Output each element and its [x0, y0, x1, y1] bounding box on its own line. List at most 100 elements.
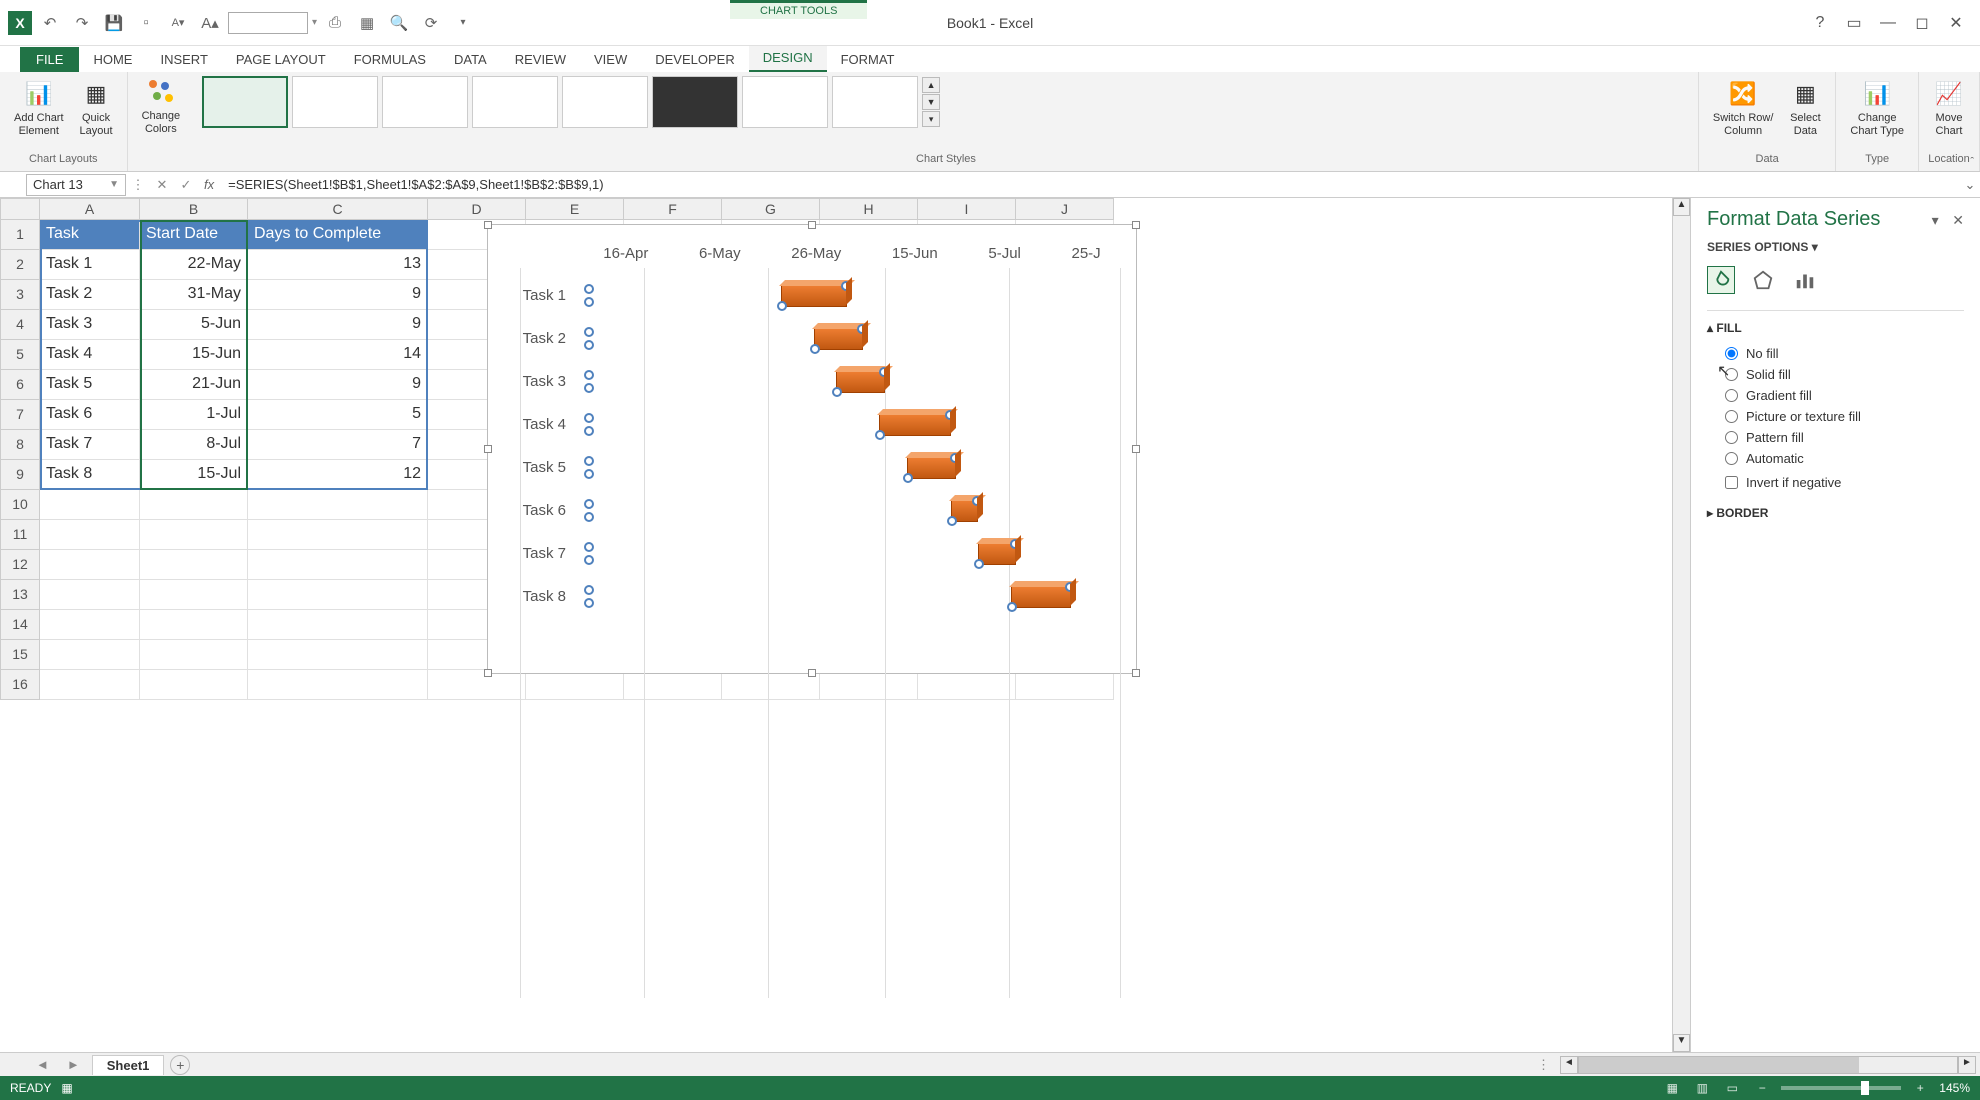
close-icon[interactable]: ✕	[1940, 9, 1972, 37]
series-point-marker[interactable]	[584, 512, 594, 522]
row-header-13[interactable]: 13	[0, 580, 40, 610]
qat-dropdown[interactable]	[228, 12, 308, 34]
cell-C5[interactable]: 14	[248, 340, 428, 370]
sheet-nav-next-icon[interactable]: ►	[61, 1057, 86, 1072]
row-header-7[interactable]: 7	[0, 400, 40, 430]
column-header-I[interactable]: I	[918, 198, 1016, 220]
series-point-marker[interactable]	[584, 284, 594, 294]
chart-style-5[interactable]	[562, 76, 648, 128]
cell-B5[interactable]: 15-Jun	[140, 340, 248, 370]
cell-C10[interactable]	[248, 490, 428, 520]
tab-view[interactable]: VIEW	[580, 47, 641, 72]
cell-C9[interactable]: 12	[248, 460, 428, 490]
tab-formulas[interactable]: FORMULAS	[340, 47, 440, 72]
redo-icon[interactable]: ↷	[68, 9, 96, 37]
radio-automatic[interactable]: Automatic	[1707, 448, 1964, 469]
cell-B7[interactable]: 1-Jul	[140, 400, 248, 430]
page-break-view-icon[interactable]: ▭	[1721, 1079, 1743, 1097]
horizontal-scrollbar[interactable]	[1578, 1056, 1958, 1074]
cell-I16[interactable]	[918, 670, 1016, 700]
cell-B13[interactable]	[140, 580, 248, 610]
spreadsheet-grid[interactable]: A B C D E F G H I J 1TaskStart DateDays …	[0, 198, 1672, 1052]
series-point-marker[interactable]	[584, 542, 594, 552]
add-sheet-icon[interactable]: +	[170, 1055, 190, 1075]
tab-home[interactable]: HOME	[79, 47, 146, 72]
chart-bar[interactable]	[907, 457, 956, 479]
qat-button[interactable]: ▫	[132, 9, 160, 37]
cell-B16[interactable]	[140, 670, 248, 700]
radio-solid-fill[interactable]: Solid fill	[1707, 364, 1964, 385]
series-point-marker[interactable]	[584, 469, 594, 479]
series-point-marker[interactable]	[584, 598, 594, 608]
add-chart-element-button[interactable]: 📊 Add Chart Element	[8, 76, 70, 140]
styles-scroll-up[interactable]: ▲	[922, 77, 940, 93]
cell-C4[interactable]: 9	[248, 310, 428, 340]
radio-picture-fill[interactable]: Picture or texture fill	[1707, 406, 1964, 427]
series-point-marker[interactable]	[584, 327, 594, 337]
zoom-slider[interactable]	[1781, 1086, 1901, 1090]
row-header-10[interactable]: 10	[0, 490, 40, 520]
cell-A5[interactable]: Task 4	[40, 340, 140, 370]
chart-style-1[interactable]	[202, 76, 288, 128]
column-header-A[interactable]: A	[40, 198, 140, 220]
fill-section-header[interactable]: ▴ FILL	[1707, 321, 1964, 335]
fx-icon[interactable]: fx	[198, 177, 220, 192]
cell-B3[interactable]: 31-May	[140, 280, 248, 310]
chart-category-label[interactable]: Task 4	[508, 416, 578, 433]
row-header-8[interactable]: 8	[0, 430, 40, 460]
ribbon-display-icon[interactable]: ▭	[1838, 9, 1870, 37]
cell-A7[interactable]: Task 6	[40, 400, 140, 430]
save-icon[interactable]: 💾	[100, 9, 128, 37]
move-chart-button[interactable]: 📈 Move Chart	[1927, 76, 1971, 140]
row-header-1[interactable]: 1	[0, 220, 40, 250]
cell-A8[interactable]: Task 7	[40, 430, 140, 460]
macro-recording-icon[interactable]: ▦	[61, 1081, 72, 1095]
enter-formula-icon[interactable]: ✓	[174, 174, 198, 196]
sheet-tab-active[interactable]: Sheet1	[92, 1055, 165, 1075]
series-point-marker[interactable]	[584, 383, 594, 393]
column-header-E[interactable]: E	[526, 198, 624, 220]
tab-design[interactable]: DESIGN	[749, 45, 827, 72]
cell-A6[interactable]: Task 5	[40, 370, 140, 400]
effects-icon[interactable]	[1749, 266, 1777, 294]
chart-style-6[interactable]	[652, 76, 738, 128]
border-section-header[interactable]: ▸ BORDER	[1707, 506, 1964, 520]
sheet-nav-prev-icon[interactable]: ◄	[30, 1057, 55, 1072]
chart-style-7[interactable]	[742, 76, 828, 128]
row-header-5[interactable]: 5	[0, 340, 40, 370]
pane-options-icon[interactable]: ▾	[1932, 212, 1939, 228]
row-header-12[interactable]: 12	[0, 550, 40, 580]
quick-layout-button[interactable]: ▦ Quick Layout	[74, 76, 119, 140]
series-point-marker[interactable]	[584, 499, 594, 509]
cell-C8[interactable]: 7	[248, 430, 428, 460]
hscroll-left-icon[interactable]: ◄	[1560, 1056, 1578, 1074]
chart-category-label[interactable]: Task 8	[508, 588, 578, 605]
chart-style-2[interactable]	[292, 76, 378, 128]
row-header-6[interactable]: 6	[0, 370, 40, 400]
chart-style-3[interactable]	[382, 76, 468, 128]
row-header-4[interactable]: 4	[0, 310, 40, 340]
series-point-marker[interactable]	[584, 426, 594, 436]
series-point-marker[interactable]	[584, 297, 594, 307]
maximize-icon[interactable]: ◻	[1906, 9, 1938, 37]
row-header-11[interactable]: 11	[0, 520, 40, 550]
cell-C6[interactable]: 9	[248, 370, 428, 400]
chart-bar[interactable]	[879, 414, 950, 436]
cell-B8[interactable]: 8-Jul	[140, 430, 248, 460]
formula-input[interactable]: =SERIES(Sheet1!$B$1,Sheet1!$A$2:$A$9,She…	[220, 177, 1960, 192]
row-header-14[interactable]: 14	[0, 610, 40, 640]
cell-B6[interactable]: 21-Jun	[140, 370, 248, 400]
cell-B4[interactable]: 5-Jun	[140, 310, 248, 340]
chart-style-4[interactable]	[472, 76, 558, 128]
tab-insert[interactable]: INSERT	[146, 47, 221, 72]
cell-C15[interactable]	[248, 640, 428, 670]
cell-C16[interactable]	[248, 670, 428, 700]
qat-customize-icon[interactable]: ▾	[449, 9, 477, 37]
cell-H16[interactable]	[820, 670, 918, 700]
cell-A10[interactable]	[40, 490, 140, 520]
styles-expand[interactable]: ▾	[922, 111, 940, 127]
cell-B1[interactable]: Start Date	[140, 220, 248, 250]
column-header-G[interactable]: G	[722, 198, 820, 220]
column-header-B[interactable]: B	[140, 198, 248, 220]
cell-F16[interactable]	[624, 670, 722, 700]
